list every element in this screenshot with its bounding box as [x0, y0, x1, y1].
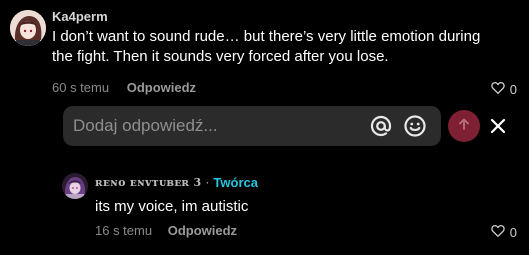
reply-link[interactable]: Odpowiedz	[168, 223, 237, 238]
emoji-button[interactable]	[403, 114, 427, 138]
heart-icon	[491, 81, 510, 97]
comment-meta: 60 s temu Odpowiedz	[52, 80, 196, 95]
reply-input[interactable]	[73, 106, 363, 146]
like-count: 0	[509, 81, 517, 97]
heart-icon	[491, 224, 510, 240]
like-button[interactable]: 0	[491, 81, 517, 97]
reply-username[interactable]: ʀᴇɴᴏ ᴇɴᴠᴛᴜʙᴇʀ 3	[95, 176, 201, 189]
reply-header: ʀᴇɴᴏ ᴇɴᴠᴛᴜʙᴇʀ 3 · Twórca	[95, 173, 525, 191]
mention-button[interactable]	[369, 114, 393, 138]
reply-meta: 16 s temu Odpowiedz	[95, 223, 237, 238]
comment: Ka4perm I don’t want to sound rude… but …	[10, 8, 525, 103]
comment-text: I don’t want to sound rude… but there’s …	[52, 28, 481, 65]
separator-dot: ·	[205, 175, 210, 189]
avatar[interactable]	[62, 173, 88, 199]
comment-username[interactable]: Ka4perm	[52, 8, 525, 26]
close-button[interactable]	[488, 116, 508, 136]
creator-badge: Twórca	[213, 174, 258, 190]
reply-link[interactable]: Odpowiedz	[127, 80, 196, 95]
reply-text: its my voice, im autistic	[95, 198, 249, 215]
at-icon	[369, 115, 393, 142]
like-button[interactable]: 0	[491, 224, 517, 240]
reply-input-container	[63, 106, 441, 146]
reply-time: 16 s temu	[95, 223, 153, 238]
avatar[interactable]	[10, 10, 46, 46]
like-count: 0	[509, 224, 517, 240]
send-button[interactable]	[448, 110, 480, 142]
close-icon	[488, 118, 508, 140]
arrow-up-icon	[457, 117, 471, 136]
reply-comment: ʀᴇɴᴏ ᴇɴᴠᴛᴜʙᴇʀ 3 · Twórca its my voice, i…	[62, 173, 525, 243]
comment-time: 60 s temu	[52, 80, 110, 95]
smiley-icon	[403, 115, 427, 142]
